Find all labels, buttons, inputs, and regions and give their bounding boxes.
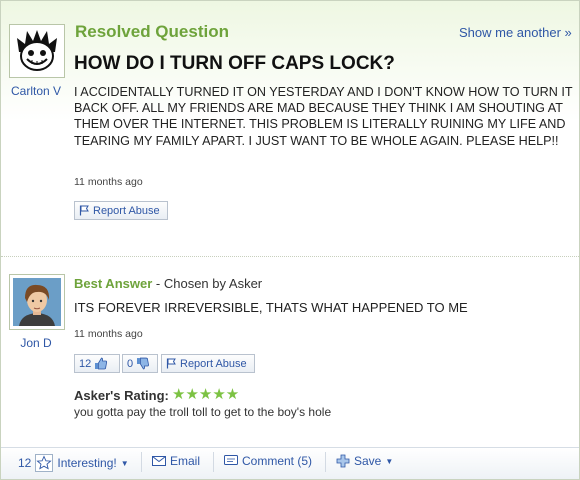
email-label: Email	[170, 454, 201, 468]
rating-comment: you gotta pay the troll toll to get to t…	[74, 405, 332, 419]
interesting-count: 12	[18, 456, 32, 470]
thumbs-down-button[interactable]: 0	[122, 354, 158, 373]
asker-name[interactable]: Carlton V	[3, 84, 69, 98]
chevron-down-icon: ▼	[120, 458, 129, 468]
comment-button[interactable]: Comment (5)	[224, 454, 312, 468]
chevron-down-icon: ▼	[385, 456, 394, 466]
show-me-another-link[interactable]: Show me another »	[459, 25, 572, 40]
report-abuse-label: Report Abuse	[93, 204, 160, 217]
question-title: HOW DO I TURN OFF CAPS LOCK?	[74, 53, 395, 74]
spiky-face-icon	[17, 30, 57, 71]
save-label: Save	[354, 454, 382, 468]
star-icon	[35, 454, 54, 472]
flag-icon	[79, 205, 89, 216]
bottom-bar-separator	[213, 452, 214, 472]
email-button[interactable]: Email	[152, 454, 200, 468]
flag-icon	[166, 358, 176, 369]
asker-avatar[interactable]	[9, 24, 65, 78]
question-status: Resolved Question	[75, 22, 229, 41]
report-abuse-button[interactable]: Report Abuse	[74, 201, 168, 220]
report-abuse-label: Report Abuse	[180, 357, 247, 370]
section-divider	[1, 256, 579, 257]
thumbs-down-icon	[137, 357, 150, 370]
thumbs-up-count: 12	[79, 357, 92, 370]
answerer-name[interactable]: Jon D	[3, 336, 69, 350]
thumbs-down-count: 0	[127, 357, 134, 370]
save-button[interactable]: Save ▼	[336, 454, 393, 468]
thumbs-up-button[interactable]: 12	[74, 354, 120, 373]
comment-icon	[224, 455, 238, 465]
best-answer-label: Best Answer	[74, 276, 153, 291]
interesting-label: Interesting!	[57, 456, 117, 470]
chosen-by-label: - Chosen by Asker	[155, 276, 263, 291]
person-avatar-icon	[13, 278, 61, 326]
thumbs-up-icon	[95, 357, 108, 370]
envelope-icon	[152, 456, 166, 466]
plus-icon	[336, 454, 350, 468]
interesting-button[interactable]: 12 Interesting! ▼	[18, 454, 129, 472]
bottom-bar-separator	[141, 452, 142, 472]
best-answer-heading: Best Answer - Chosen by Asker	[74, 276, 262, 291]
askers-rating-label: Asker's Rating:	[74, 388, 169, 403]
bottom-bar-separator	[325, 452, 326, 472]
rating-stars: ★★★★★	[172, 386, 240, 403]
question-timestamp: 11 months ago	[74, 176, 143, 188]
answer-timestamp: 11 months ago	[74, 328, 143, 340]
question-body: I ACCIDENTALLY TURNED IT ON YESTERDAY AN…	[74, 85, 573, 148]
answer-report-abuse-button[interactable]: Report Abuse	[161, 354, 255, 373]
answer-text: ITS FOREVER IRREVERSIBLE, THATS WHAT HAP…	[74, 300, 468, 315]
comment-label: Comment (5)	[242, 454, 313, 468]
answerer-avatar[interactable]	[9, 274, 65, 330]
